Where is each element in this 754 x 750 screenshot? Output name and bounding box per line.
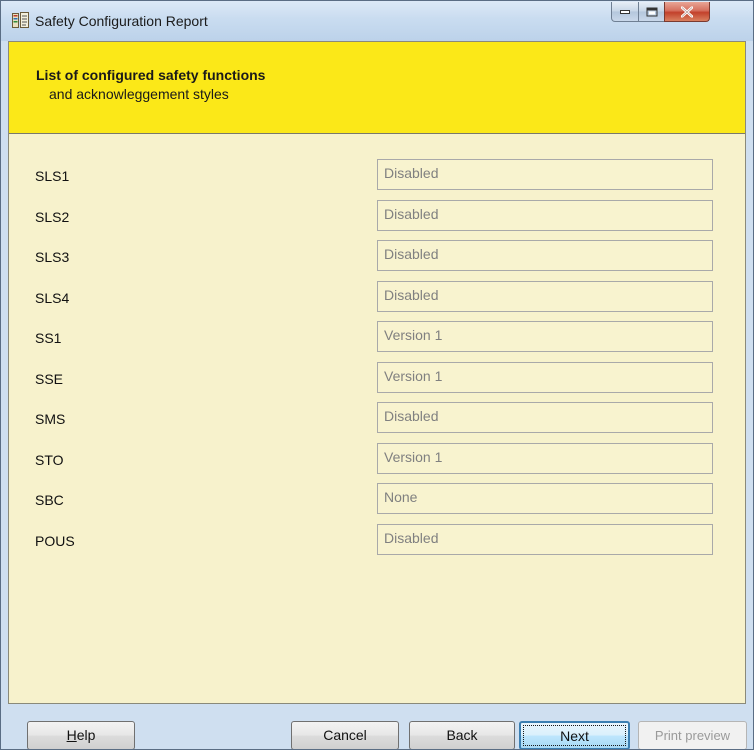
button-bar: Help Cancel Back Next Print preview xyxy=(8,704,747,749)
safety-function-label: SS1 xyxy=(35,330,62,346)
safety-configuration-window: Safety Configuration Report List of conf… xyxy=(0,0,754,750)
safety-function-value-field[interactable]: Disabled xyxy=(377,200,713,231)
close-icon xyxy=(681,6,693,17)
safety-function-value-field[interactable]: Version 1 xyxy=(377,321,713,352)
safety-function-label: SMS xyxy=(35,411,66,427)
header-band: List of configured safety functions and … xyxy=(9,42,745,134)
safety-function-label: STO xyxy=(35,452,64,468)
next-label: Next xyxy=(523,725,626,746)
minimize-button[interactable] xyxy=(611,2,639,22)
safety-function-label: SLS3 xyxy=(35,249,70,265)
minimize-icon xyxy=(620,9,630,14)
safety-function-label: SLS2 xyxy=(35,209,70,225)
help-label: elp xyxy=(76,727,96,743)
back-button[interactable]: Back xyxy=(409,721,515,749)
help-button[interactable]: Help xyxy=(27,721,135,749)
safety-function-value-field[interactable]: Disabled xyxy=(377,402,713,433)
title-bar[interactable]: Safety Configuration Report xyxy=(1,1,753,41)
help-mnemonic: H xyxy=(66,727,77,743)
cancel-button[interactable]: Cancel xyxy=(291,721,399,749)
header-subtitle: and acknowleggement styles xyxy=(49,86,229,102)
header-title: List of configured safety functions xyxy=(36,67,266,83)
maximize-icon xyxy=(646,7,657,16)
report-content: List of configured safety functions and … xyxy=(8,41,746,704)
safety-function-value-field[interactable]: Disabled xyxy=(377,240,713,271)
safety-function-label: SLS4 xyxy=(35,290,70,306)
maximize-button[interactable] xyxy=(638,2,665,22)
safety-function-value-field[interactable]: Disabled xyxy=(377,159,713,190)
report-app-icon[interactable] xyxy=(12,12,29,29)
safety-function-label: POUS xyxy=(35,533,75,549)
safety-function-value-field[interactable]: Disabled xyxy=(377,281,713,312)
window-title: Safety Configuration Report xyxy=(35,13,208,29)
safety-function-label: SSE xyxy=(35,371,64,387)
safety-function-value-field[interactable]: Version 1 xyxy=(377,443,713,474)
close-button[interactable] xyxy=(664,2,710,22)
safety-function-value-field[interactable]: Disabled xyxy=(377,524,713,555)
safety-function-label: SLS1 xyxy=(35,168,70,184)
safety-function-label: SBC xyxy=(35,492,64,508)
safety-function-value-field[interactable]: None xyxy=(377,483,713,514)
safety-function-value-field[interactable]: Version 1 xyxy=(377,362,713,393)
print-preview-button[interactable]: Print preview xyxy=(638,721,747,749)
next-button[interactable]: Next xyxy=(519,721,630,749)
